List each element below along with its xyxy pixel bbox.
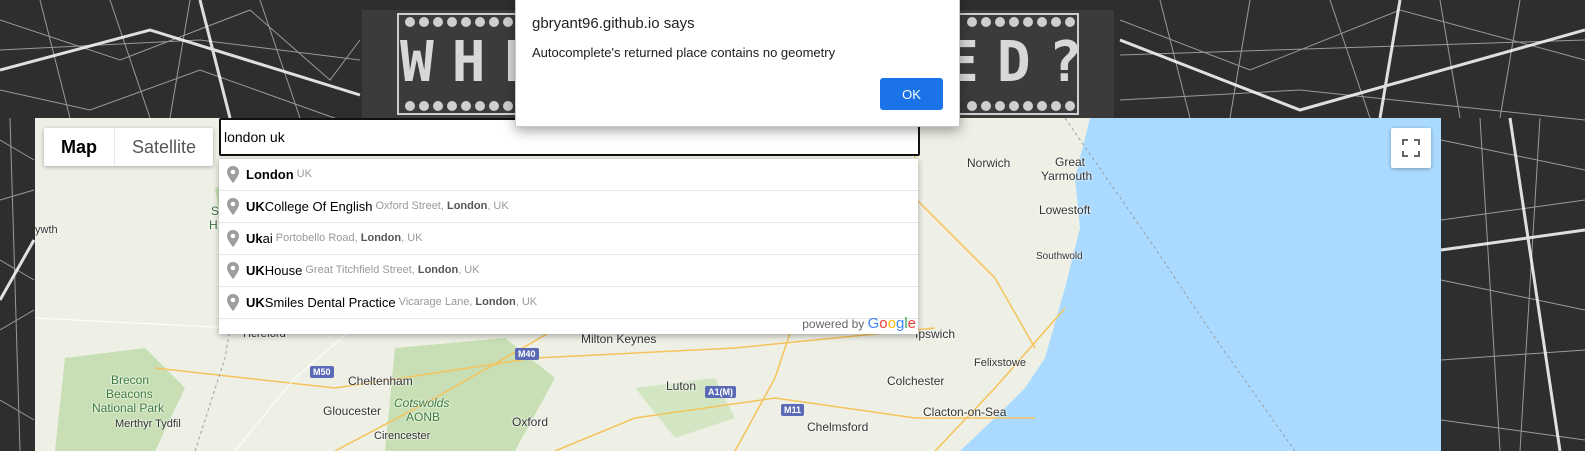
item-secondary-match: London — [417, 264, 459, 276]
road-shield: M11 — [781, 404, 805, 416]
place-label: Milton Keynes — [581, 332, 657, 346]
map-type-control: Map Satellite — [44, 128, 214, 166]
item-secondary: Portobello Road, London, UK — [276, 223, 423, 254]
autocomplete-item[interactable]: London UK — [219, 159, 918, 191]
place-label: Lowestoft — [1039, 203, 1091, 217]
powered-by-text: powered by — [802, 317, 865, 331]
place-label: ywth — [35, 224, 58, 236]
item-secondary: Vicarage Lane, London, UK — [399, 287, 538, 318]
place-label: Felixstowe — [974, 357, 1026, 369]
place-label: Colchester — [887, 374, 945, 388]
item-secondary-match: London — [446, 200, 488, 212]
place-label: National Park — [92, 401, 165, 415]
item-secondary-text: , UK — [401, 232, 423, 244]
map-pin-icon — [227, 293, 239, 311]
place-label: Clacton-on-Sea — [923, 405, 1007, 419]
item-secondary-match: London — [360, 232, 402, 244]
place-label: Chelmsford — [807, 420, 869, 434]
fullscreen-button[interactable] — [1391, 128, 1431, 168]
place-label: Great — [1055, 155, 1086, 169]
place-label: Brecon — [111, 373, 150, 387]
place-label: AONB — [406, 410, 441, 424]
autocomplete-item[interactable]: UK House Great Titchfield Street, London… — [219, 255, 918, 287]
place-label: Cotswolds — [394, 396, 450, 410]
item-query: College Of English — [264, 199, 373, 214]
item-secondary: UK — [297, 159, 312, 190]
item-match: UK — [246, 199, 265, 214]
place-label: Beacons — [106, 387, 153, 401]
map-pin-icon — [227, 197, 239, 215]
item-match: UK — [246, 263, 265, 278]
fullscreen-icon — [1402, 139, 1420, 157]
place-label: Luton — [666, 379, 697, 393]
place-label: Cirencester — [374, 430, 431, 442]
item-query: ai — [262, 231, 273, 246]
place-label: Merthyr Tydfil — [115, 418, 181, 430]
place-label: S — [211, 204, 220, 218]
item-match: Uk — [246, 231, 263, 246]
place-label: Gloucester — [323, 404, 382, 418]
place-label: Southwold — [1036, 251, 1083, 262]
place-label: Yarmouth — [1041, 169, 1093, 183]
item-secondary-text: Great Titchfield Street, — [305, 264, 418, 276]
place-label: H — [209, 218, 218, 232]
item-match: London — [246, 167, 294, 182]
place-label: Ipswich — [915, 327, 956, 341]
road-shield: M40 — [515, 348, 539, 360]
google-logo: Google — [867, 315, 916, 332]
alert-message: Autocomplete's returned place contains n… — [532, 45, 836, 60]
autocomplete-item[interactable]: Uk ai Portobello Road, London, UK — [219, 223, 918, 255]
item-query: House — [264, 263, 303, 278]
ok-button[interactable]: OK — [880, 78, 943, 110]
item-query: Smiles Dental Practice — [264, 295, 396, 310]
map-pin-icon — [227, 165, 239, 183]
alert-title: gbryant96.github.io says — [532, 15, 695, 32]
map-pin-icon — [227, 261, 239, 279]
place-label: Cheltenham — [348, 374, 413, 388]
item-secondary-text: UK — [296, 168, 312, 180]
item-match: UK — [246, 295, 265, 310]
item-secondary: Oxford Street, London, UK — [375, 191, 508, 222]
powered-by-google: powered by Google — [802, 316, 916, 332]
alert-dialog: gbryant96.github.io says Autocomplete's … — [515, 0, 960, 127]
item-secondary-text: Portobello Road, — [275, 232, 361, 244]
item-secondary-text: Vicarage Lane, — [398, 296, 476, 308]
road-shield: A1(M) — [705, 386, 736, 398]
autocomplete-dropdown: London UK UK College Of English Oxford S… — [219, 158, 918, 334]
place-label: Oxford — [512, 415, 549, 429]
place-label: Norwich — [967, 156, 1011, 170]
item-secondary: Great Titchfield Street, London, UK — [305, 255, 479, 286]
road-shield: M50 — [310, 366, 334, 378]
item-secondary-text: Oxford Street, — [375, 200, 447, 212]
map-type-map-button[interactable]: Map — [44, 128, 114, 166]
item-secondary-text: , UK — [515, 296, 538, 308]
autocomplete-item[interactable]: UK College Of English Oxford Street, Lon… — [219, 191, 918, 223]
banner-title-right: ED? — [945, 30, 1080, 95]
item-secondary-match: London — [475, 296, 516, 308]
item-secondary-text: , UK — [458, 264, 480, 276]
map-pin-icon — [227, 229, 239, 247]
item-secondary-text: , UK — [487, 200, 509, 212]
map-type-satellite-button[interactable]: Satellite — [114, 128, 213, 166]
autocomplete-item[interactable]: UK Smiles Dental Practice Vicarage Lane,… — [219, 287, 918, 319]
